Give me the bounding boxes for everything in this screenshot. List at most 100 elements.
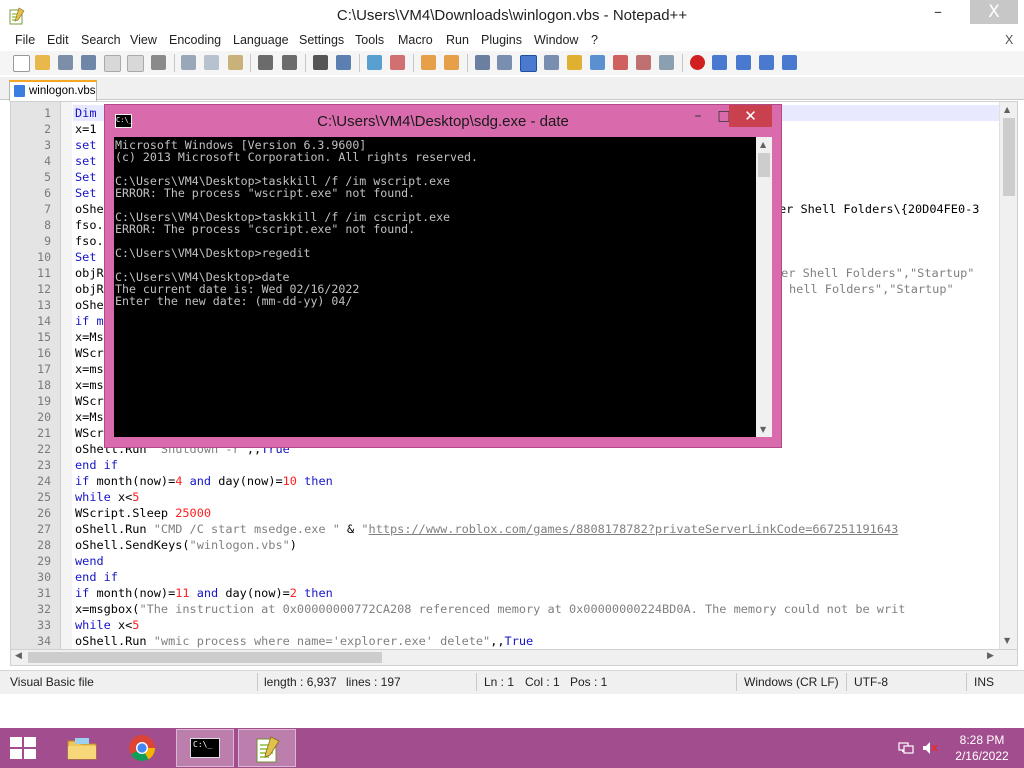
code-line: while x<5	[75, 490, 140, 504]
minimize-button[interactable]: –	[918, 0, 958, 24]
console-window[interactable]: C:\_ C:\Users\VM4\Desktop\sdg.exe - date…	[104, 104, 782, 448]
close-file-icon[interactable]	[104, 55, 121, 72]
save-all-icon[interactable]	[81, 55, 96, 70]
code-line: oShell.Run "CMD /C start msedge.exe " & …	[75, 522, 899, 536]
status-encoding: UTF-8	[854, 675, 888, 689]
taskbar-chrome[interactable]	[114, 729, 172, 767]
eye-icon[interactable]	[659, 55, 674, 70]
menu-view[interactable]: View	[130, 33, 157, 47]
taskbar-file-explorer[interactable]	[53, 729, 111, 767]
line-number: 30	[37, 570, 51, 584]
system-clock[interactable]: 8:28 PM 2/16/2022	[942, 732, 1022, 764]
close-document-button[interactable]: X	[1005, 33, 1013, 47]
vertical-scroll-thumb[interactable]	[1003, 118, 1015, 196]
show-all-characters-icon[interactable]	[497, 55, 512, 70]
status-separator	[736, 673, 737, 691]
cut-icon[interactable]	[181, 55, 196, 70]
sync-vertical-icon[interactable]	[421, 55, 436, 70]
menu-settings[interactable]: Settings	[299, 33, 344, 47]
zoom-in-icon[interactable]	[367, 55, 382, 70]
copy-icon[interactable]	[204, 55, 219, 70]
indent-guide-icon[interactable]	[520, 55, 537, 72]
code-line: WScr	[75, 346, 104, 360]
horizontal-scroll-thumb[interactable]	[28, 652, 382, 663]
scroll-down-icon[interactable]: ▼	[1004, 636, 1010, 645]
folder-workspace-icon[interactable]	[613, 55, 628, 70]
new-file-icon[interactable]	[13, 55, 30, 72]
console-vertical-scrollbar[interactable]: ▲ ▼	[756, 137, 772, 437]
menu-file[interactable]: File	[15, 33, 35, 47]
console-titlebar[interactable]: C:\_ C:\Users\VM4\Desktop\sdg.exe - date…	[105, 105, 781, 137]
stop-macro-icon[interactable]	[712, 55, 727, 70]
code-line: end if	[75, 570, 118, 584]
save-icon[interactable]	[58, 55, 73, 70]
print-icon[interactable]	[151, 55, 166, 70]
menu-tools[interactable]: Tools	[355, 33, 384, 47]
console-output[interactable]: Microsoft Windows [Version 6.3.9600] (c)…	[114, 137, 756, 437]
menu-run[interactable]: Run	[446, 33, 469, 47]
word-wrap-icon[interactable]	[475, 55, 490, 70]
vertical-scrollbar[interactable]: ▲ ▼	[999, 102, 1017, 650]
menu-edit[interactable]: Edit	[47, 33, 69, 47]
open-folder-icon[interactable]	[35, 55, 50, 70]
code-line-right-fragment: hell Folders","Startup"	[789, 282, 954, 296]
code-line: oShe	[75, 298, 104, 312]
close-all-icon[interactable]	[127, 55, 144, 72]
redo-icon[interactable]	[282, 55, 297, 70]
menu-bar: File Edit Search View Encoding Language …	[0, 32, 1024, 50]
menu-plugins[interactable]: Plugins	[481, 33, 522, 47]
find-icon[interactable]	[313, 55, 328, 70]
scroll-right-icon[interactable]: ▶	[987, 651, 994, 661]
scroll-left-icon[interactable]: ◀	[15, 651, 22, 661]
menu-language[interactable]: Language	[233, 33, 289, 47]
taskbar-command-prompt[interactable]: C:\_	[176, 729, 234, 767]
clock-time: 8:28 PM	[959, 733, 1005, 747]
start-button[interactable]	[10, 737, 38, 761]
volume-muted-icon[interactable]	[922, 741, 938, 755]
console-minimize-button[interactable]: –	[685, 105, 711, 127]
scroll-up-icon[interactable]: ▲	[760, 140, 766, 149]
function-list-icon[interactable]	[590, 55, 605, 70]
menu-window[interactable]: Window	[534, 33, 578, 47]
run-macro-multiple-icon[interactable]	[759, 55, 774, 70]
network-icon[interactable]	[898, 741, 914, 755]
line-number: 15	[37, 330, 51, 344]
console-scroll-thumb[interactable]	[758, 153, 770, 177]
record-macro-icon[interactable]	[690, 55, 705, 70]
toolbar-separator	[413, 54, 414, 72]
undo-icon[interactable]	[258, 55, 273, 70]
code-line: x=1	[75, 122, 97, 136]
close-button[interactable]: X	[970, 0, 1018, 24]
sync-horizontal-icon[interactable]	[444, 55, 459, 70]
taskbar-notepadpp[interactable]	[238, 729, 296, 767]
menu-macro[interactable]: Macro	[398, 33, 433, 47]
console-close-button[interactable]: ✕	[729, 105, 772, 127]
code-line: objR	[75, 266, 104, 280]
replace-icon[interactable]	[336, 55, 351, 70]
window-title: C:\Users\VM4\Downloads\winlogon.vbs - No…	[336, 7, 688, 24]
document-map-icon[interactable]	[567, 55, 582, 70]
horizontal-scrollbar[interactable]: ◀ ▶	[10, 649, 1018, 666]
menu-search[interactable]: Search	[81, 33, 121, 47]
line-number-gutter: 1 2 3 4 5 6 7 8 9 10 11 12 13 14 15 16 1…	[11, 102, 61, 650]
notepadpp-titlebar[interactable]: C:\Users\VM4\Downloads\winlogon.vbs - No…	[0, 0, 1024, 32]
paste-icon[interactable]	[228, 55, 243, 70]
monitoring-icon[interactable]	[636, 55, 651, 70]
code-line: end if	[75, 458, 118, 472]
code-line: oShell.SendKeys("winlogon.vbs")	[75, 538, 297, 552]
save-macro-icon[interactable]	[782, 55, 797, 70]
language-icon[interactable]	[544, 55, 559, 70]
scroll-down-icon[interactable]: ▼	[760, 425, 766, 434]
line-number: 23	[37, 458, 51, 472]
status-separator	[966, 673, 967, 691]
console-input-line[interactable]: Enter the new date: (mm-dd-yy) 04/	[115, 295, 352, 307]
line-number: 24	[37, 474, 51, 488]
scroll-up-icon[interactable]: ▲	[1004, 105, 1010, 114]
code-line: if month(now)=4 and day(now)=10 then	[75, 474, 333, 488]
menu-help[interactable]: ?	[591, 33, 598, 47]
menu-encoding[interactable]: Encoding	[169, 33, 221, 47]
zoom-out-icon[interactable]	[390, 55, 405, 70]
tab-winlogon-vbs[interactable]: winlogon.vbs	[9, 80, 97, 101]
play-macro-icon[interactable]	[736, 55, 751, 70]
code-line: WScript.Sleep 25000	[75, 506, 212, 520]
